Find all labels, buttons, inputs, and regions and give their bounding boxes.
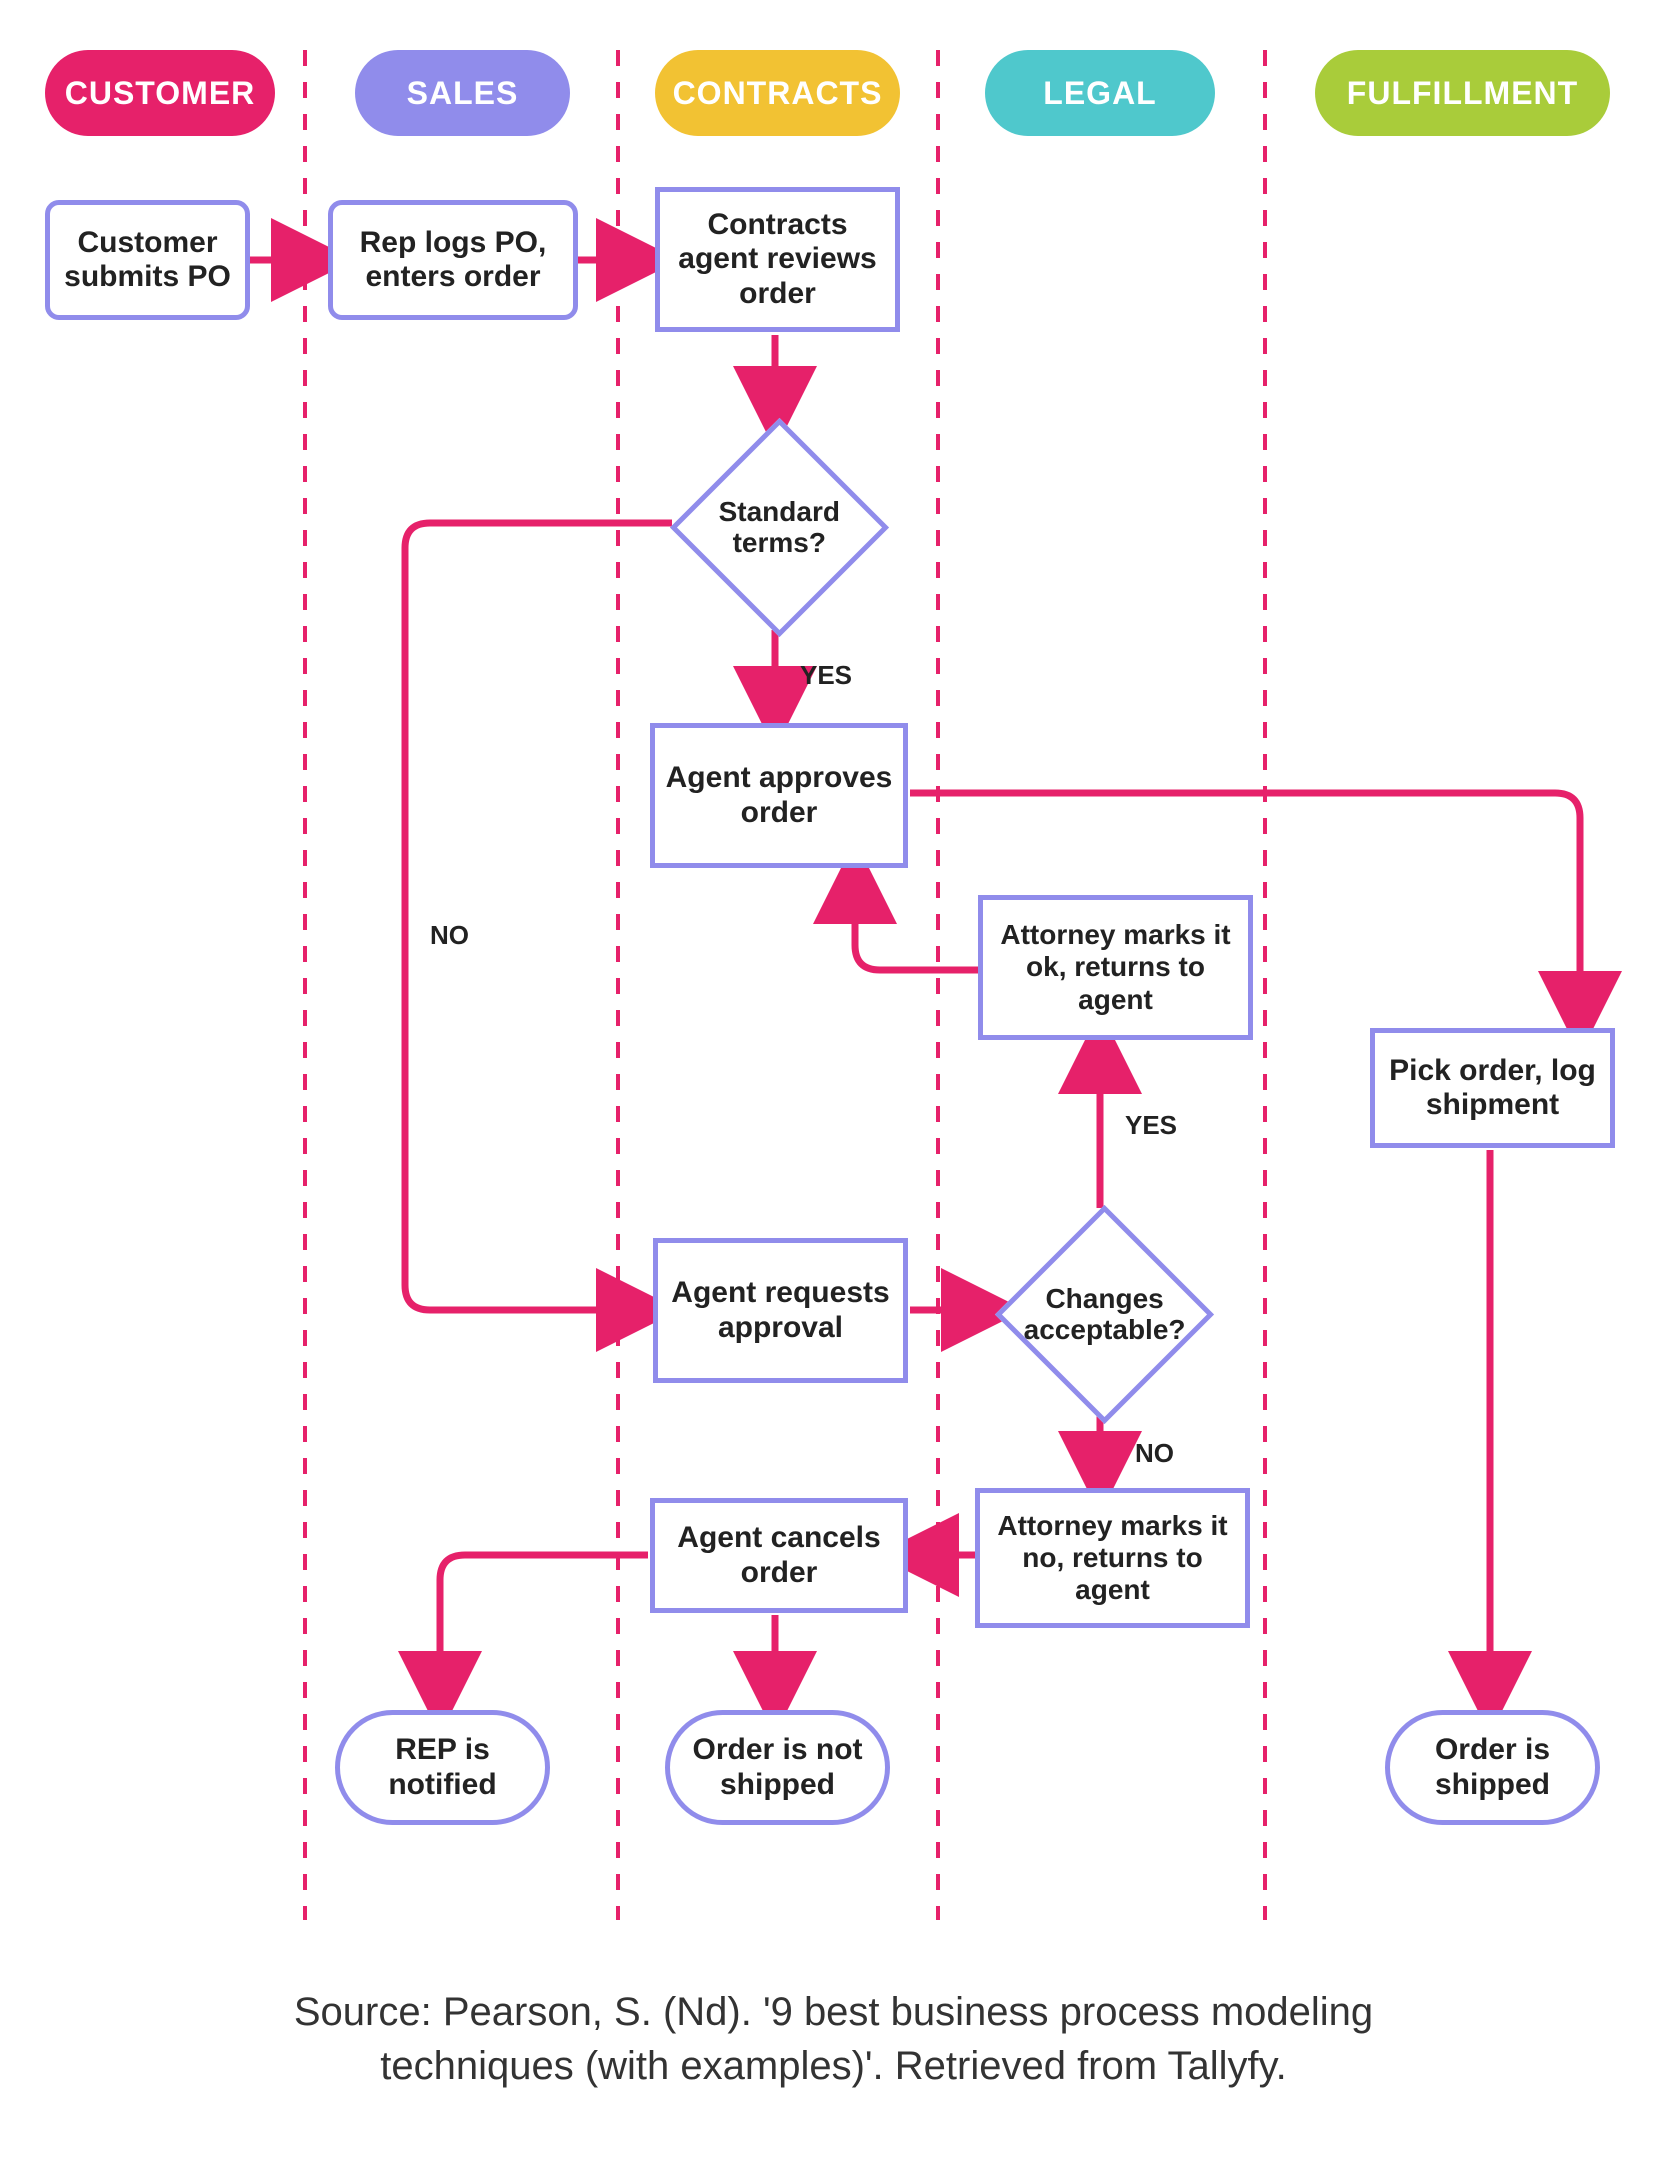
node-agent-cancels: Agent cancels order [650,1498,908,1613]
node-agent-approves: Agent approves order [650,723,908,868]
node-customer-po: Customer submits PO [45,200,250,320]
lane-label: LEGAL [1043,75,1156,112]
lane-customer: CUSTOMER [45,50,275,136]
lane-label: CUSTOMER [65,75,256,112]
label-no-2: NO [1135,1438,1174,1469]
terminal-rep-notified: REP is notified [335,1710,550,1825]
node-pick-order: Pick order, log shipment [1370,1028,1615,1148]
node-agent-reviews: Contracts agent reviews order [655,187,900,332]
node-rep-logs: Rep logs PO, enters order [328,200,578,320]
lane-label: FULFILLMENT [1347,75,1578,112]
node-attorney-no: Attorney marks it no, returns to agent [975,1488,1250,1628]
lane-fulfillment: FULFILLMENT [1315,50,1610,136]
label-yes-1: YES [800,660,852,691]
flowchart-canvas: CUSTOMER SALES CONTRACTS LEGAL FULFILLME… [0,0,1667,2159]
terminal-shipped: Order is shipped [1385,1710,1600,1825]
node-agent-requests: Agent requests approval [653,1238,908,1383]
terminal-not-shipped: Order is not shipped [665,1710,890,1825]
label-yes-2: YES [1125,1110,1177,1141]
label-no-1: NO [430,920,469,951]
lane-legal: LEGAL [985,50,1215,136]
source-caption: Source: Pearson, S. (Nd). '9 best busine… [0,1985,1667,2093]
lane-label: CONTRACTS [673,75,883,112]
lane-label: SALES [407,75,519,112]
lane-sales: SALES [355,50,570,136]
node-attorney-ok: Attorney marks it ok, returns to agent [978,895,1253,1040]
lane-contracts: CONTRACTS [655,50,900,136]
